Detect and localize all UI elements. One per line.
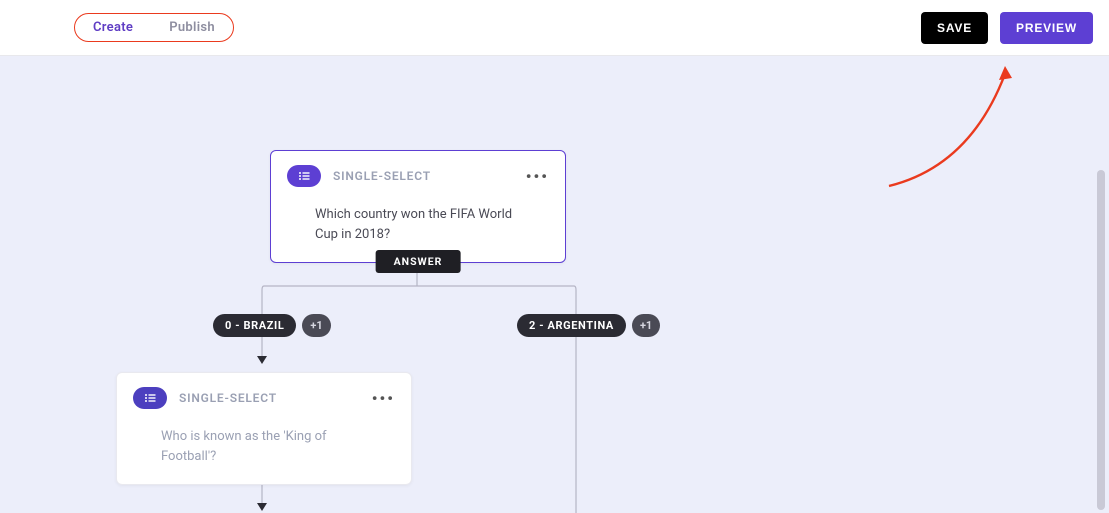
tabs-annotation-circle: Create Publish xyxy=(74,13,234,42)
tab-publish[interactable]: Publish xyxy=(169,20,215,35)
node-type-label: SINGLE-SELECT xyxy=(179,391,277,405)
question-text: Which country won the FIFA World Cup in … xyxy=(287,205,549,244)
header-right: SAVE PREVIEW xyxy=(921,12,1093,44)
branch-label: 0 - BRAZIL xyxy=(213,314,296,337)
branch-chip-right[interactable]: 2 - ARGENTINA +1 xyxy=(517,314,660,337)
node-header-left: SINGLE-SELECT xyxy=(133,387,277,409)
more-icon[interactable]: ••• xyxy=(526,167,549,186)
header: Create Publish SAVE PREVIEW xyxy=(0,0,1109,56)
preview-button[interactable]: PREVIEW xyxy=(1000,12,1093,44)
question-text: Who is known as the 'King of Football'? xyxy=(133,427,395,466)
node-type-label: SINGLE-SELECT xyxy=(333,169,431,183)
question-node-2[interactable]: SINGLE-SELECT ••• Who is known as the 'K… xyxy=(116,372,412,485)
node-header-left: SINGLE-SELECT xyxy=(287,165,431,187)
node-header: SINGLE-SELECT ••• xyxy=(287,165,549,187)
question-node-1[interactable]: SINGLE-SELECT ••• Which country won the … xyxy=(270,150,566,263)
node-header: SINGLE-SELECT ••• xyxy=(133,387,395,409)
tab-create[interactable]: Create xyxy=(93,20,133,35)
single-select-icon xyxy=(287,165,321,187)
single-select-icon xyxy=(133,387,167,409)
vertical-scrollbar[interactable] xyxy=(1097,170,1105,510)
save-button[interactable]: SAVE xyxy=(921,12,988,44)
answer-pill[interactable]: ANSWER xyxy=(376,250,461,273)
branch-label: 2 - ARGENTINA xyxy=(517,314,626,337)
more-icon[interactable]: ••• xyxy=(372,389,395,408)
branch-extra-count: +1 xyxy=(302,314,330,337)
canvas[interactable]: SINGLE-SELECT ••• Which country won the … xyxy=(0,56,1109,513)
branch-chip-left[interactable]: 0 - BRAZIL +1 xyxy=(213,314,331,337)
header-left: Create Publish xyxy=(74,13,234,42)
branch-extra-count: +1 xyxy=(632,314,660,337)
